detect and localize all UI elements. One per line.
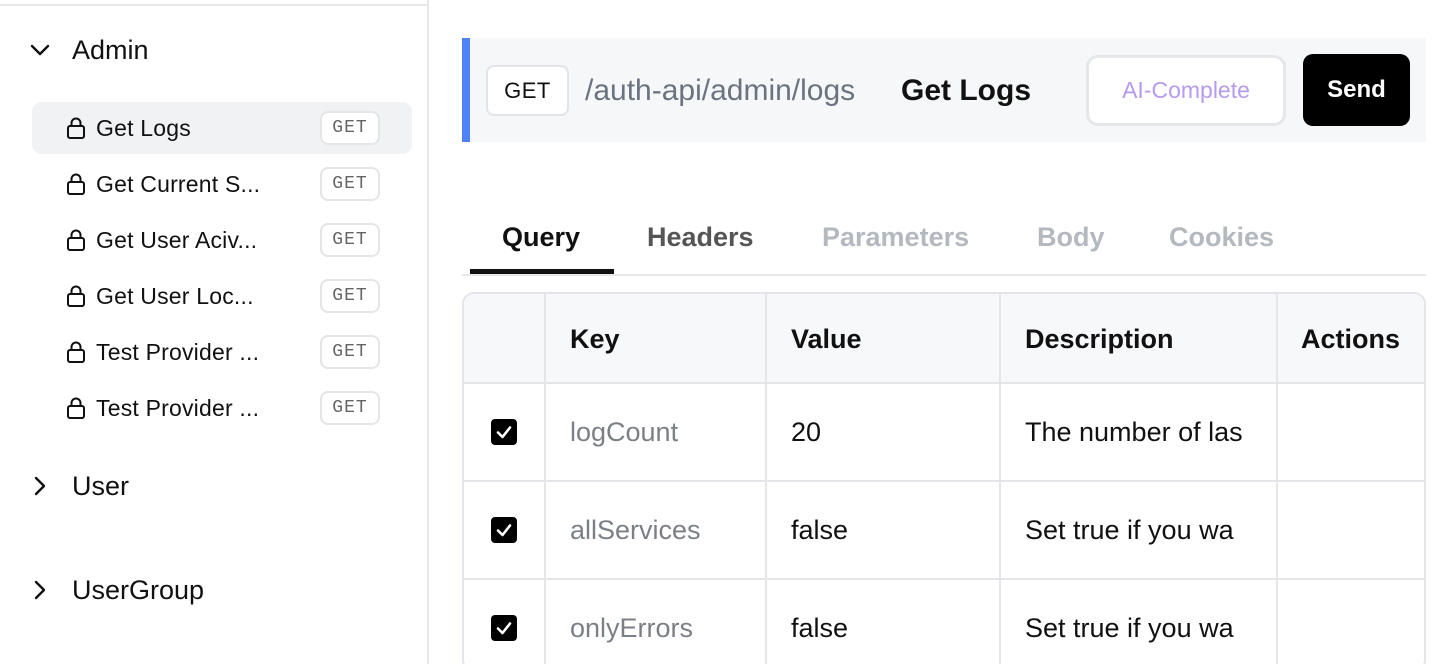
method-badge: GET	[320, 223, 380, 257]
tab-cookies[interactable]: Cookies	[1169, 214, 1274, 260]
tab-headers[interactable]: Headers	[647, 214, 754, 260]
sidebar-item-label: Test Provider ...	[96, 339, 260, 365]
request-accent-bar	[462, 38, 470, 142]
param-key[interactable]: allServices	[570, 482, 760, 578]
tab-body[interactable]: Body	[1037, 214, 1105, 260]
sidebar-item-label: Get User Aciv...	[96, 227, 258, 253]
param-description[interactable]: Set true if you wa	[1025, 482, 1251, 578]
group-label: UserGroup	[72, 574, 205, 605]
sidebar-item-test-provider-1[interactable]: Test Provider ... GET	[32, 326, 412, 378]
sidebar-item-label: Get User Loc...	[96, 283, 254, 309]
method-badge: GET	[320, 111, 380, 145]
group-label: User	[72, 470, 130, 501]
sidebar-item-test-provider-2[interactable]: Test Provider ... GET	[32, 382, 412, 434]
column-divider	[765, 294, 767, 664]
chevron-right-icon	[28, 474, 52, 498]
request-path: /auth-api/admin/logs	[585, 74, 856, 107]
group-user[interactable]: User	[28, 466, 129, 506]
column-divider	[999, 294, 1001, 664]
param-key[interactable]: onlyErrors	[570, 580, 760, 664]
lock-icon	[66, 397, 86, 419]
param-description[interactable]: The number of las	[1025, 384, 1251, 480]
sidebar-item-label: Test Provider ...	[96, 395, 260, 421]
lock-icon	[66, 285, 86, 307]
method-badge: GET	[320, 279, 380, 313]
sidebar-item-label: Get Current S...	[96, 171, 261, 197]
checkbox-checked-icon[interactable]	[491, 615, 517, 641]
method-badge: GET	[320, 335, 380, 369]
method-badge: GET	[320, 167, 380, 201]
tabs-divider	[462, 274, 1426, 276]
lock-icon	[66, 117, 86, 139]
param-value[interactable]: 20	[791, 384, 991, 480]
sidebar: Admin Get Logs GET Get Current S... GET …	[0, 0, 429, 664]
param-value[interactable]: false	[791, 580, 991, 664]
sidebar-item-get-logs[interactable]: Get Logs GET	[32, 102, 412, 154]
method-selector[interactable]: GET	[486, 65, 569, 116]
group-label: Admin	[72, 34, 149, 65]
column-header-value: Value	[791, 324, 862, 354]
column-header-key: Key	[570, 324, 620, 354]
query-params-table: Key Value Description Actions logCount 2…	[462, 292, 1426, 664]
chevron-right-icon	[28, 578, 52, 602]
checkbox-checked-icon[interactable]	[491, 517, 517, 543]
column-divider	[1276, 294, 1278, 664]
lock-icon	[66, 229, 86, 251]
param-key[interactable]: logCount	[570, 384, 760, 480]
column-header-description: Description	[1025, 324, 1174, 354]
active-tab-indicator	[470, 269, 614, 274]
sidebar-item-get-user-activity[interactable]: Get User Aciv... GET	[32, 214, 412, 266]
sidebar-item-label: Get Logs	[96, 115, 191, 141]
sidebar-item-get-user-location[interactable]: Get User Loc... GET	[32, 270, 412, 322]
checkbox-checked-icon[interactable]	[491, 419, 517, 445]
param-description[interactable]: Set true if you wa	[1025, 580, 1251, 664]
method-badge: GET	[320, 391, 380, 425]
sidebar-top-divider	[0, 0, 429, 6]
column-divider	[544, 294, 546, 664]
column-header-actions: Actions	[1301, 324, 1401, 354]
tab-query[interactable]: Query	[502, 214, 580, 260]
group-admin[interactable]: Admin	[28, 30, 149, 70]
send-button[interactable]: Send	[1303, 54, 1410, 126]
request-name: Get Logs	[901, 74, 1032, 107]
param-value[interactable]: false	[791, 482, 991, 578]
lock-icon	[66, 173, 86, 195]
group-usergroup[interactable]: UserGroup	[28, 570, 204, 610]
tab-parameters[interactable]: Parameters	[822, 214, 969, 260]
lock-icon	[66, 341, 86, 363]
sidebar-item-get-current-session[interactable]: Get Current S... GET	[32, 158, 412, 210]
chevron-down-icon	[28, 38, 52, 62]
ai-complete-button[interactable]: AI-Complete	[1086, 55, 1286, 126]
